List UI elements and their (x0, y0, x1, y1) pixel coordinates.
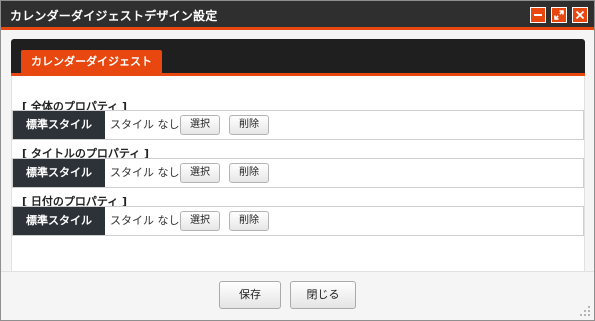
tab-bar: カレンダーダイジェスト (11, 39, 585, 76)
dialog-window: カレンダーダイジェストデザイン設定 カレンダーダイジェスト [ 全体のプロパティ… (0, 0, 595, 321)
dialog-footer: 保存 閉じる (1, 271, 594, 320)
property-row-overall: 標準スタイル スタイル なし 選択 削除 (12, 110, 584, 140)
title-bar[interactable]: カレンダーダイジェストデザイン設定 (1, 1, 594, 30)
properties-panel: [ 全体のプロパティ ] 標準スタイル スタイル なし 選択 削除 [ タイトル… (11, 76, 585, 271)
close-icon (575, 10, 585, 20)
property-header: 標準スタイル (13, 207, 105, 235)
property-row-title: 標準スタイル スタイル なし 選択 削除 (12, 158, 584, 188)
delete-button[interactable]: 削除 (229, 163, 269, 183)
select-button[interactable]: 選択 (180, 211, 220, 231)
minimize-button[interactable] (530, 7, 546, 23)
delete-button[interactable]: 削除 (229, 115, 269, 135)
save-button[interactable]: 保存 (219, 281, 281, 309)
maximize-button[interactable] (551, 7, 567, 23)
property-value: スタイル なし (110, 118, 180, 131)
property-row-date: 標準スタイル スタイル なし 選択 削除 (12, 206, 584, 236)
property-value: スタイル なし (110, 166, 180, 179)
select-button[interactable]: 選択 (180, 163, 220, 183)
close-dialog-button[interactable]: 閉じる (290, 281, 356, 309)
maximize-icon (554, 10, 564, 20)
tab-calendar-digest[interactable]: カレンダーダイジェスト (21, 50, 162, 73)
select-button[interactable]: 選択 (180, 115, 220, 135)
delete-button[interactable]: 削除 (229, 211, 269, 231)
property-header: 標準スタイル (13, 159, 105, 187)
resize-grip-icon[interactable] (579, 305, 591, 317)
property-value: スタイル なし (110, 214, 180, 227)
minimize-icon (534, 14, 542, 16)
property-header: 標準スタイル (13, 111, 105, 139)
window-title: カレンダーダイジェストデザイン設定 (10, 9, 218, 23)
close-button[interactable] (572, 7, 588, 23)
